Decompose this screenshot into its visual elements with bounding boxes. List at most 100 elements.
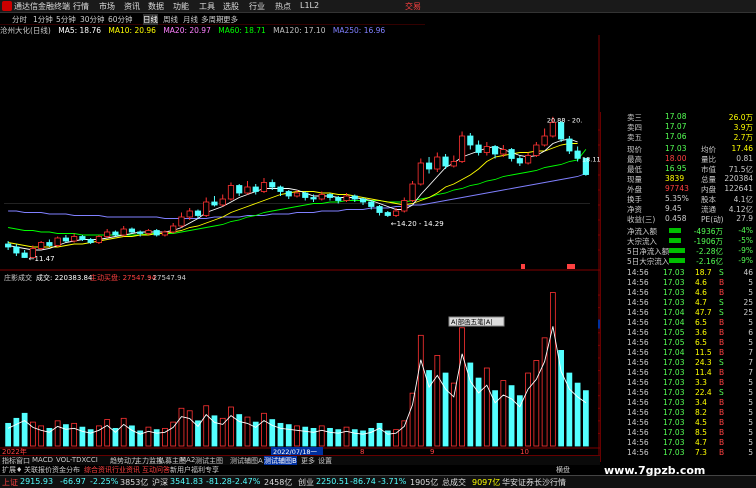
extension-tab[interactable]: 行业资讯 <box>112 465 140 475</box>
tick-price: 17.04 <box>663 318 685 327</box>
indicator-tab[interactable]: VOL-TDX <box>56 456 86 464</box>
tick-time: 14:56 <box>627 318 649 327</box>
volume-bar <box>310 427 317 447</box>
tick-volume: 3.4 <box>695 398 707 407</box>
tick-side: B <box>719 408 725 417</box>
candle-body <box>351 195 358 200</box>
volume-bar <box>343 426 350 447</box>
tick-side: S <box>719 388 724 397</box>
volume-bar <box>79 426 86 447</box>
volume-bar <box>236 414 243 447</box>
extension-tab[interactable]: 新用户福利专享 <box>170 465 219 475</box>
tick-count: 5 <box>748 398 753 407</box>
candle-body <box>500 149 507 155</box>
candle-body <box>293 192 301 197</box>
sell-level-price: 17.07 <box>665 122 687 131</box>
candle-body <box>533 144 540 156</box>
tick-count: 5 <box>748 318 753 327</box>
sideways-tab[interactable]: 横盘 <box>556 465 570 475</box>
stat-value: 17.03 <box>665 144 687 153</box>
candle-body <box>5 243 12 248</box>
volume-bar <box>104 419 111 447</box>
tick-price: 17.03 <box>663 388 685 397</box>
tick-side: B <box>719 368 725 377</box>
tick-volume: 6.5 <box>695 318 707 327</box>
extension-tab[interactable]: 关联报价 <box>24 465 52 475</box>
indicator-tab[interactable]: MACD <box>32 456 53 464</box>
tick-price: 17.03 <box>663 398 685 407</box>
indicator-tab[interactable]: MA2 <box>180 456 195 464</box>
tick-time: 14:56 <box>627 408 649 417</box>
tick-side: B <box>719 448 725 457</box>
volume-bar <box>483 367 490 447</box>
stat-value: 97743 <box>665 184 689 193</box>
candle-body <box>401 200 408 212</box>
stat-value: 0.458 <box>665 214 687 223</box>
flow-bar <box>669 258 685 263</box>
candle-body <box>244 186 251 194</box>
cy-index-label: 创业 <box>298 478 314 487</box>
volume-bar <box>475 377 482 447</box>
tick-time: 14:56 <box>627 358 649 367</box>
kline-chart[interactable]: 20.0019.0018.0017.0016.0015.0014.0013.00… <box>0 0 600 474</box>
tick-volume: 18.7 <box>695 268 712 277</box>
tick-time: 14:56 <box>627 278 649 287</box>
tick-side: B <box>719 438 725 447</box>
extension-tab[interactable]: 资金分布 <box>52 465 80 475</box>
volume-bar <box>203 405 210 447</box>
hs-index-label: 沪深 <box>152 478 168 487</box>
tick-price: 17.04 <box>663 308 685 317</box>
hs-index-amount: 2458亿 <box>264 478 293 487</box>
tick-volume: 3.3 <box>695 378 707 387</box>
volume-extra: : 27547.94 <box>148 274 187 282</box>
low-price-label: ←11.47 <box>29 255 55 263</box>
volume-bar <box>302 426 309 447</box>
extension-tab[interactable]: 互动问答 <box>142 465 170 475</box>
watermark-text: www.7gpzb.com <box>604 464 706 477</box>
tick-time: 14:56 <box>627 338 649 347</box>
tick-side: B <box>719 338 725 347</box>
candle-body <box>54 237 61 246</box>
tick-price: 17.03 <box>663 418 685 427</box>
tick-price: 17.03 <box>663 358 685 367</box>
candle-body <box>178 216 185 227</box>
last-price-label: 18.11 <box>582 155 600 163</box>
volume-total: 成交: 220383.84 <box>36 273 93 282</box>
tick-count: 5 <box>748 428 753 437</box>
candle-body <box>219 198 226 206</box>
candle-body <box>95 236 102 243</box>
tick-count: 46 <box>743 268 753 277</box>
tick-price: 17.03 <box>663 448 685 457</box>
candle-body <box>252 186 259 192</box>
volume-bar <box>335 429 342 447</box>
tick-price: 17.03 <box>663 378 685 387</box>
candle-body <box>458 135 466 162</box>
event-marker <box>567 264 575 269</box>
stat-value-2: 17.46 <box>731 144 753 153</box>
tick-volume: 8.5 <box>695 428 707 437</box>
volume-bar <box>244 416 251 447</box>
extension-tab[interactable]: 扩展♦ <box>2 465 22 475</box>
tick-row: 14:56 17.03 7.3 B 5 <box>601 448 756 459</box>
tick-side: B <box>719 398 725 407</box>
range-label: ←14.20 - 14.29 <box>391 220 444 228</box>
volume-bar <box>376 422 383 447</box>
cy-index-change: -86.74 <box>350 477 376 486</box>
tick-count: 5 <box>748 388 753 397</box>
candle-body <box>566 138 573 152</box>
candle-body <box>269 182 276 188</box>
cy-index-amount: 1905亿 <box>410 478 439 487</box>
extension-tab[interactable]: 综合资讯 <box>84 465 112 475</box>
stat-value: 16.95 <box>665 164 687 173</box>
tick-time: 14:56 <box>627 268 649 277</box>
tick-count: 5 <box>748 448 753 457</box>
candle-body <box>541 135 548 146</box>
tick-volume: 3.6 <box>695 328 707 337</box>
tick-volume: 24.3 <box>695 358 712 367</box>
tick-side: B <box>719 328 725 337</box>
volume-bar <box>450 382 457 447</box>
tick-side: S <box>719 308 724 317</box>
tick-side: S <box>719 358 724 367</box>
indicator-tab[interactable]: CCI <box>86 456 98 464</box>
hs-index-pct: -2.47% <box>232 477 261 486</box>
